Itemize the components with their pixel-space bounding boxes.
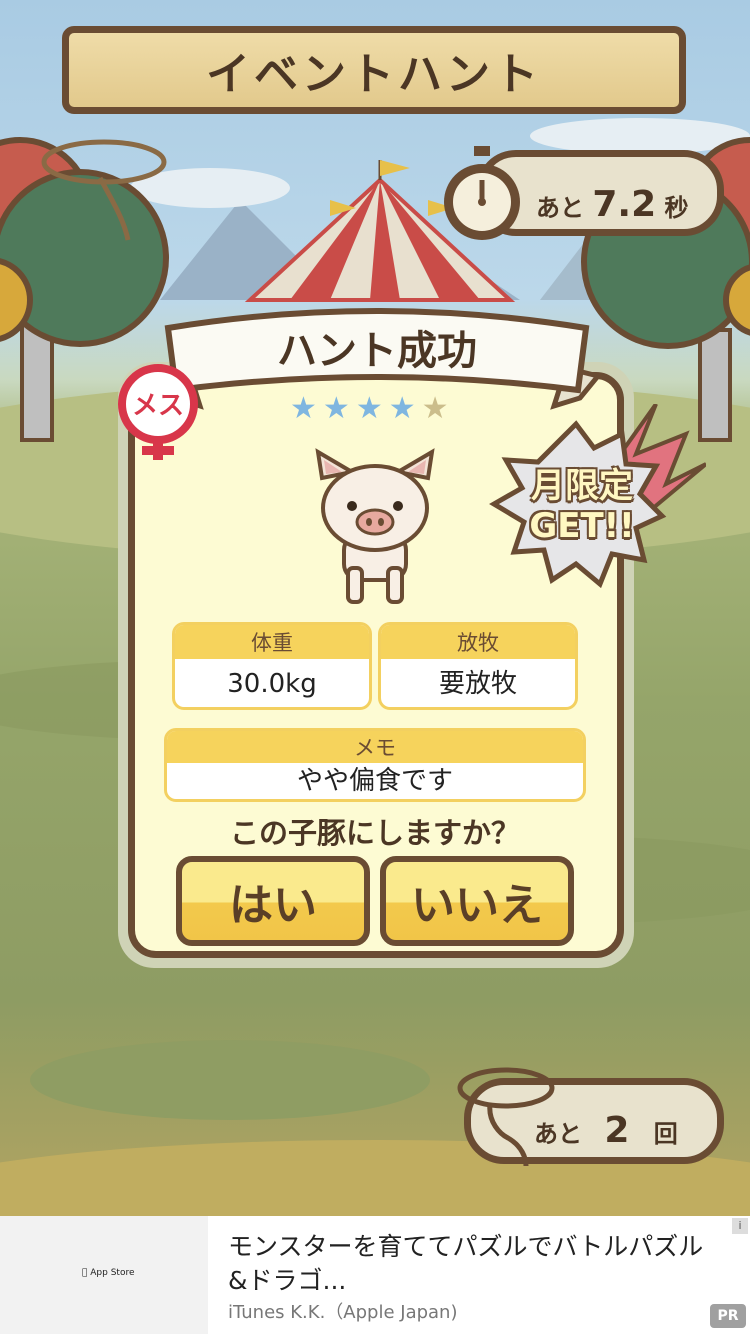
weight-card: 体重 30.0kg bbox=[172, 622, 372, 710]
memo-label: メモ bbox=[167, 731, 583, 763]
piglet-image bbox=[315, 448, 435, 604]
timer-value: 7.2 bbox=[592, 184, 657, 225]
star-icon: ★ bbox=[290, 391, 317, 426]
app-store-text: App Store bbox=[82, 1268, 134, 1278]
ad-info-icon[interactable]: i bbox=[732, 1218, 748, 1234]
stopwatch-icon bbox=[444, 146, 520, 240]
no-button[interactable]: いいえ bbox=[380, 856, 574, 946]
ad-publisher: iTunes K.K.（Apple Japan) bbox=[228, 1302, 458, 1323]
timer-prefix: あと bbox=[536, 194, 584, 222]
limited-badge-line2: GET!! bbox=[529, 506, 635, 546]
timer-readout: あと 7.2 秒 bbox=[536, 184, 689, 225]
star-icon: ★ bbox=[322, 391, 350, 426]
limited-badge-text: 月限定 GET!! bbox=[502, 466, 662, 546]
rarity-stars: ★ ★ ★ ★ ★ bbox=[290, 394, 460, 424]
grazing-card: 放牧 要放牧 bbox=[378, 622, 578, 710]
app-store-label:  App Store bbox=[82, 1268, 135, 1278]
timer-unit: 秒 bbox=[664, 194, 689, 222]
female-badge-label: メス bbox=[132, 391, 184, 421]
grazing-value: 要放牧 bbox=[438, 669, 517, 699]
limited-badge-line1: 月限定 bbox=[531, 466, 633, 506]
remaining-value: 2 bbox=[604, 1110, 630, 1151]
remaining-readout: あと 2 回 bbox=[534, 1110, 678, 1151]
memo-card: メモ やや偏食です bbox=[164, 728, 586, 802]
result-title: ハント成功 bbox=[277, 328, 477, 374]
ad-pr-badge: PR bbox=[710, 1304, 746, 1328]
star-empty-icon: ★ bbox=[421, 391, 449, 426]
star-icon: ★ bbox=[355, 391, 383, 426]
remaining-prefix: あと bbox=[534, 1120, 582, 1148]
weight-label: 体重 bbox=[175, 625, 369, 659]
confirm-question: この子豚にしますか？ bbox=[229, 816, 520, 850]
grass-patch bbox=[30, 1040, 430, 1120]
grazing-label: 放牧 bbox=[381, 625, 575, 659]
event-title-board: イベントハント bbox=[62, 26, 686, 114]
ad-title[interactable]: モンスターを育ててパズルでバトルパズル&ドラゴ... bbox=[228, 1230, 708, 1298]
weight-value: 30.0kg bbox=[227, 669, 317, 699]
memo-value: やや偏食です bbox=[296, 766, 453, 796]
star-icon: ★ bbox=[388, 391, 416, 426]
remaining-unit: 回 bbox=[653, 1120, 678, 1148]
female-badge: メス bbox=[118, 364, 198, 460]
yes-button[interactable]: はい bbox=[176, 856, 370, 946]
page-title: イベントハント bbox=[206, 49, 542, 100]
